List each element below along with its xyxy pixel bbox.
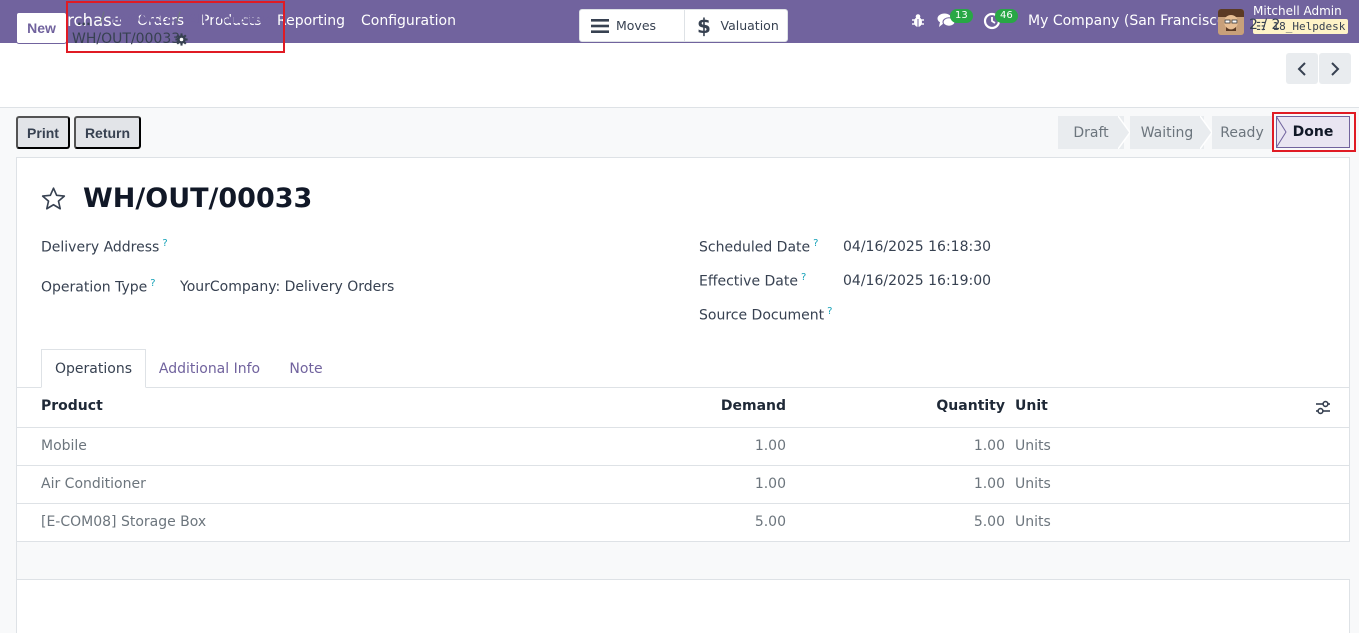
- stage-arrow: [1276, 116, 1287, 148]
- breadcrumb-all-transfers[interactable]: All Transfers: [188, 11, 276, 26]
- tab-additional-info[interactable]: Additional Info: [148, 349, 271, 388]
- tab-note[interactable]: Note: [274, 349, 338, 388]
- effective-date-value[interactable]: 04/16/2025 16:19:00: [843, 273, 991, 289]
- table-row-quantity[interactable]: 5.00: [905, 514, 1005, 530]
- menu-configuration[interactable]: Configuration: [361, 13, 456, 29]
- operation-type-label: Operation Type?: [41, 278, 156, 296]
- pager-value[interactable]: 2 / 2: [1249, 17, 1280, 33]
- help-icon[interactable]: ?: [813, 238, 818, 249]
- chevron-right-icon: [1331, 61, 1340, 76]
- column-product[interactable]: Product: [41, 398, 103, 414]
- row-divider: [17, 503, 1350, 504]
- status-ready[interactable]: Ready: [1212, 116, 1272, 149]
- bug-icon[interactable]: [911, 13, 925, 28]
- effective-date-label-text: Effective Date: [699, 273, 798, 290]
- table-row-product[interactable]: Air Conditioner: [41, 476, 146, 492]
- table-row-demand[interactable]: 1.00: [686, 476, 786, 492]
- table-row-product[interactable]: [E-COM08] Storage Box: [41, 514, 206, 530]
- status-waiting[interactable]: Waiting: [1130, 116, 1204, 149]
- breadcrumb-separator: /: [176, 10, 181, 26]
- source-document-label: Source Document?: [699, 306, 832, 324]
- moves-label: Moves: [616, 18, 657, 33]
- table-row-quantity[interactable]: 1.00: [905, 438, 1005, 454]
- scheduled-date-label: Scheduled Date?: [699, 238, 818, 256]
- return-button[interactable]: Return: [74, 116, 141, 149]
- table-footer-row: [17, 542, 1350, 579]
- source-document-label-text: Source Document: [699, 307, 825, 324]
- operation-type-value[interactable]: YourCompany: Delivery Orders: [180, 279, 394, 295]
- company-switcher[interactable]: My Company (San Francisco): [1028, 13, 1231, 29]
- table-row-demand[interactable]: 1.00: [686, 438, 786, 454]
- table-row-product[interactable]: Mobile: [41, 438, 87, 454]
- pager-previous-button[interactable]: [1286, 53, 1318, 84]
- delivery-address-label-text: Delivery Address: [41, 239, 160, 256]
- breadcrumb-ellipsis[interactable]: ...: [77, 14, 91, 28]
- effective-date-label: Effective Date?: [699, 272, 806, 290]
- tab-operations[interactable]: Operations: [41, 349, 146, 388]
- svg-text:$: $: [697, 15, 710, 37]
- chevron-left-icon: [1297, 61, 1306, 76]
- new-button[interactable]: New: [16, 12, 67, 44]
- messages-badge: 13: [950, 9, 973, 23]
- row-divider: [17, 579, 1350, 580]
- status-draft[interactable]: Draft: [1058, 116, 1124, 149]
- table-row-unit[interactable]: Units: [1015, 514, 1051, 530]
- table-row-unit[interactable]: Units: [1015, 438, 1051, 454]
- record-title[interactable]: WH/OUT/00033: [83, 183, 312, 214]
- gear-icon[interactable]: [175, 33, 188, 46]
- breadcrumb-ir-00014[interactable]: IR/00014: [112, 11, 174, 26]
- column-demand[interactable]: Demand: [686, 398, 786, 414]
- moves-button[interactable]: Moves: [580, 10, 684, 41]
- dollar-icon: $: [697, 15, 710, 37]
- table-row-quantity[interactable]: 1.00: [905, 476, 1005, 492]
- help-icon[interactable]: ?: [162, 238, 167, 249]
- table-row-unit[interactable]: Units: [1015, 476, 1051, 492]
- activity-badge: 46: [995, 9, 1018, 23]
- row-divider: [17, 427, 1350, 428]
- breadcrumb-separator: /: [100, 10, 105, 26]
- delivery-address-label: Delivery Address?: [41, 238, 168, 256]
- row-divider: [17, 465, 1350, 466]
- menu-reporting[interactable]: Reporting: [277, 13, 345, 29]
- valuation-button[interactable]: $ Valuation: [683, 10, 788, 41]
- valuation-label: Valuation: [720, 18, 779, 33]
- breadcrumb-current: WH/OUT/00033: [72, 31, 181, 47]
- smart-buttons: Moves $ Valuation: [579, 9, 788, 42]
- column-quantity[interactable]: Quantity: [905, 398, 1005, 414]
- table-row-demand[interactable]: 5.00: [686, 514, 786, 530]
- database-name: 18_Helpdesk: [1272, 20, 1346, 33]
- optional-columns-icon[interactable]: [1315, 400, 1331, 415]
- user-name[interactable]: Mitchell Admin: [1253, 4, 1342, 18]
- help-icon[interactable]: ?: [150, 278, 155, 289]
- user-avatar[interactable]: [1218, 9, 1244, 35]
- help-icon[interactable]: ?: [827, 306, 832, 317]
- column-unit[interactable]: Unit: [1015, 398, 1048, 414]
- help-icon[interactable]: ?: [801, 272, 806, 283]
- list-icon: [591, 18, 609, 33]
- scheduled-date-value[interactable]: 04/16/2025 16:18:30: [843, 239, 991, 255]
- operation-type-label-text: Operation Type: [41, 279, 148, 296]
- scheduled-date-label-text: Scheduled Date: [699, 239, 811, 256]
- star-icon[interactable]: [40, 186, 67, 212]
- pager-next-button[interactable]: [1319, 53, 1351, 84]
- print-button[interactable]: Print: [16, 116, 70, 149]
